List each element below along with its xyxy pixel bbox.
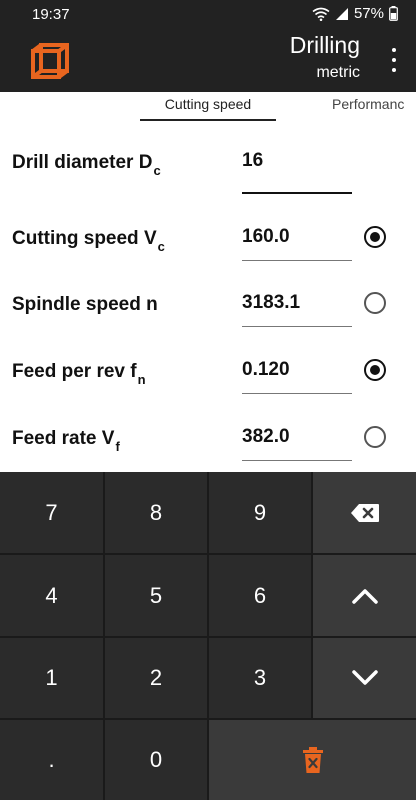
key-0[interactable]: 0 <box>105 720 207 800</box>
backspace-icon <box>350 503 379 522</box>
cutting-speed-underline <box>242 260 352 261</box>
signal-icon <box>335 7 348 20</box>
battery-percent: 57% <box>353 5 384 22</box>
drill-diameter-label: Drill diameter Dc <box>12 152 161 178</box>
spindle-speed-input[interactable]: 3183.1 <box>242 292 352 314</box>
feed-per-rev-input[interactable]: 0.120 <box>242 359 352 381</box>
feed-rate-underline <box>242 460 352 461</box>
status-bar: 19:37 57% <box>0 0 416 28</box>
app-logo-icon <box>31 43 69 79</box>
feed-rate-label: Feed rate Vf <box>12 428 120 454</box>
key-2[interactable]: 2 <box>105 638 207 718</box>
row-feed-rate: Feed rate Vf 382.0 <box>0 416 416 472</box>
key-6[interactable]: 6 <box>209 555 311 636</box>
feed-rate-radio[interactable] <box>364 426 386 448</box>
more-options-icon[interactable] <box>390 48 398 72</box>
row-cutting-speed: Cutting speed Vc 160.0 <box>0 216 416 282</box>
cutting-speed-input[interactable]: 160.0 <box>242 226 352 248</box>
cutting-speed-radio[interactable] <box>364 226 386 248</box>
feed-per-rev-radio[interactable] <box>364 359 386 381</box>
key-7[interactable]: 7 <box>0 472 103 553</box>
tab-cutting-speed[interactable]: Cutting speed <box>140 96 276 112</box>
calculator-form: Cutting speed Performanc Drill diameter … <box>0 92 416 472</box>
status-time: 19:37 <box>32 6 70 23</box>
tab-indicator <box>140 119 276 121</box>
key-1[interactable]: 1 <box>0 638 103 718</box>
previous-field-button[interactable] <box>313 555 416 636</box>
tab-performance[interactable]: Performanc <box>332 96 404 112</box>
drill-diameter-input[interactable]: 16 <box>242 150 352 172</box>
numeric-keypad: 7 8 9 4 5 6 1 2 3 . 0 <box>0 472 416 800</box>
row-feed-per-rev: Feed per rev fn 0.120 <box>0 349 416 415</box>
spindle-speed-radio[interactable] <box>364 292 386 314</box>
unit-system-label[interactable]: metric <box>316 64 360 82</box>
drill-diameter-underline <box>242 192 352 194</box>
arrow-up-icon <box>351 588 378 604</box>
cutting-speed-label: Cutting speed Vc <box>12 228 165 254</box>
status-icons: 57% <box>312 5 398 22</box>
feed-per-rev-underline <box>242 393 352 394</box>
app-bar: Drilling metric <box>0 28 416 92</box>
clear-button[interactable] <box>209 720 416 800</box>
trash-icon <box>302 747 323 773</box>
tab-bar: Cutting speed Performanc <box>0 92 416 122</box>
feed-per-rev-label: Feed per rev fn <box>12 361 146 387</box>
spindle-speed-label: Spindle speed n <box>12 294 158 315</box>
key-9[interactable]: 9 <box>209 472 311 553</box>
backspace-button[interactable] <box>313 472 416 553</box>
spindle-speed-underline <box>242 326 352 327</box>
wifi-icon <box>312 7 330 21</box>
key-3[interactable]: 3 <box>209 638 311 718</box>
row-spindle-speed: Spindle speed n 3183.1 <box>0 282 416 348</box>
arrow-down-icon <box>351 670 378 685</box>
app-title: Drilling <box>289 32 360 58</box>
key-8[interactable]: 8 <box>105 472 207 553</box>
feed-rate-input[interactable]: 382.0 <box>242 426 352 448</box>
key-4[interactable]: 4 <box>0 555 103 636</box>
key-5[interactable]: 5 <box>105 555 207 636</box>
row-drill-diameter: Drill diameter Dc 16 <box>0 140 416 206</box>
key-decimal[interactable]: . <box>0 720 103 800</box>
next-field-button[interactable] <box>313 638 416 718</box>
battery-icon <box>389 6 398 21</box>
